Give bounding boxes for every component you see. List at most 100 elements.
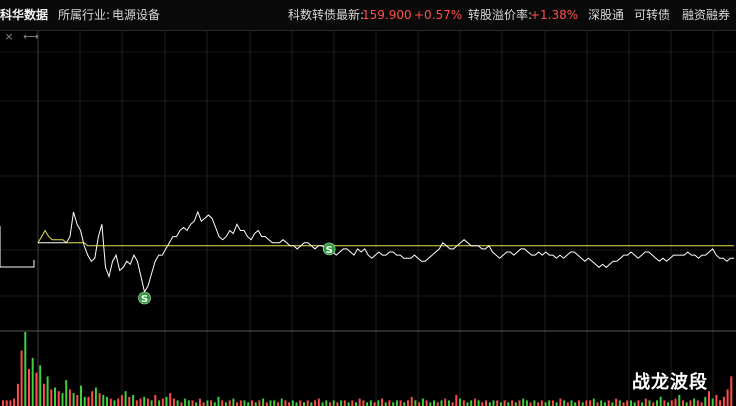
volume-bar [72,393,75,406]
volume-bar [80,385,82,406]
volume-bar [447,400,450,406]
volume-bar [615,398,618,406]
volume-bar [652,402,655,406]
volume-bar [563,400,566,406]
volume-bar [284,400,287,406]
volume-bar [730,376,733,406]
volume-bar [87,396,90,406]
volume-bar [492,400,495,406]
volume-bar [91,391,94,406]
volume-bar [117,398,120,406]
volume-bar [210,400,213,406]
volume-bar [459,398,461,406]
expand-icon[interactable]: ⟷ [22,30,40,44]
shenzhen-connect-link[interactable]: 深股通 [588,7,624,23]
volume-bar [224,402,227,406]
volume-bar [667,402,670,406]
volume-bar [50,389,53,406]
volume-bar [596,402,599,406]
volume-bar [42,383,45,406]
volume-bar [470,400,473,406]
volume-bar [355,402,357,406]
close-icon[interactable]: × [0,30,18,44]
volume-bar [689,400,692,406]
volume-bar [343,400,346,406]
volume-bar [262,398,265,406]
volume-bar [269,400,272,406]
volume-bar [403,402,406,406]
volume-bar [217,396,220,406]
volume-bar [251,400,253,406]
volume-bar [704,396,707,406]
volume-bar [659,396,662,406]
volume-bar [291,400,294,406]
volume-bar [120,394,123,406]
volume-bar [551,400,554,406]
volume-bar [674,398,677,406]
volume-bar [693,398,696,406]
industry-value[interactable]: 电源设备 [112,7,160,23]
stock-name[interactable]: 科华数据 [0,7,48,23]
volume-bar [648,400,651,406]
volume-bar [236,402,239,406]
volume-bar [425,400,428,406]
volume-bar [499,402,502,406]
volume-bar [641,402,644,406]
volume-bar [65,380,68,406]
volume-bar [195,402,198,406]
volume-bar [39,365,42,406]
volume-bar [440,400,443,406]
volume-bar [9,400,12,406]
price-line [38,210,734,294]
convertible-bond-link[interactable]: 可转债 [634,7,670,23]
volume-bar [128,396,131,406]
volume-bar [325,400,328,406]
volume-bar [618,400,621,406]
volume-bar [559,398,562,406]
volume-bar [31,357,34,406]
volume-bar [321,402,324,406]
volume-bar [362,400,365,406]
watermark-text: 战龙波段 [632,372,708,393]
volume-bar [451,402,454,406]
volume-bar [481,402,484,406]
volume-bar [187,400,190,406]
volume-bar [633,402,636,406]
volume-bar [135,400,138,406]
volume-bar [247,402,250,406]
volume-bar [678,394,681,406]
volume-bar [548,400,551,406]
volume-bar [544,402,547,406]
volume-bar [496,400,499,406]
volume-bar [154,394,157,406]
volume-bar [373,402,376,406]
margin-trading-link[interactable]: 融资融券 [682,7,730,23]
volume-bar [574,402,577,406]
volume-bar [280,398,283,406]
convertible-bond-price: 159.900 [362,8,412,22]
volume-bar [57,391,60,406]
volume-bar [161,398,164,406]
volume-bar [436,402,439,406]
volume-bar [395,400,398,406]
volume-bar [35,372,38,406]
volume-bar [682,400,684,406]
volume-bar [637,400,640,406]
convertible-bond-change: +0.57% [414,8,463,22]
volume-bar [347,402,350,406]
volume-bar [708,391,710,406]
volume-bar [340,400,343,406]
volume-bar [384,402,387,406]
average-price-line [37,229,734,247]
volume-bar [83,396,86,406]
volume-bar [477,400,480,406]
volume-bar [28,369,30,406]
volume-bar [243,400,246,406]
volume-bar [533,400,536,406]
volume-bar [433,400,435,406]
volume-bar [46,376,49,406]
volume-bar [206,400,209,406]
volume-bar [13,398,16,406]
volume-bar [518,400,521,406]
volume-bar [94,387,97,406]
